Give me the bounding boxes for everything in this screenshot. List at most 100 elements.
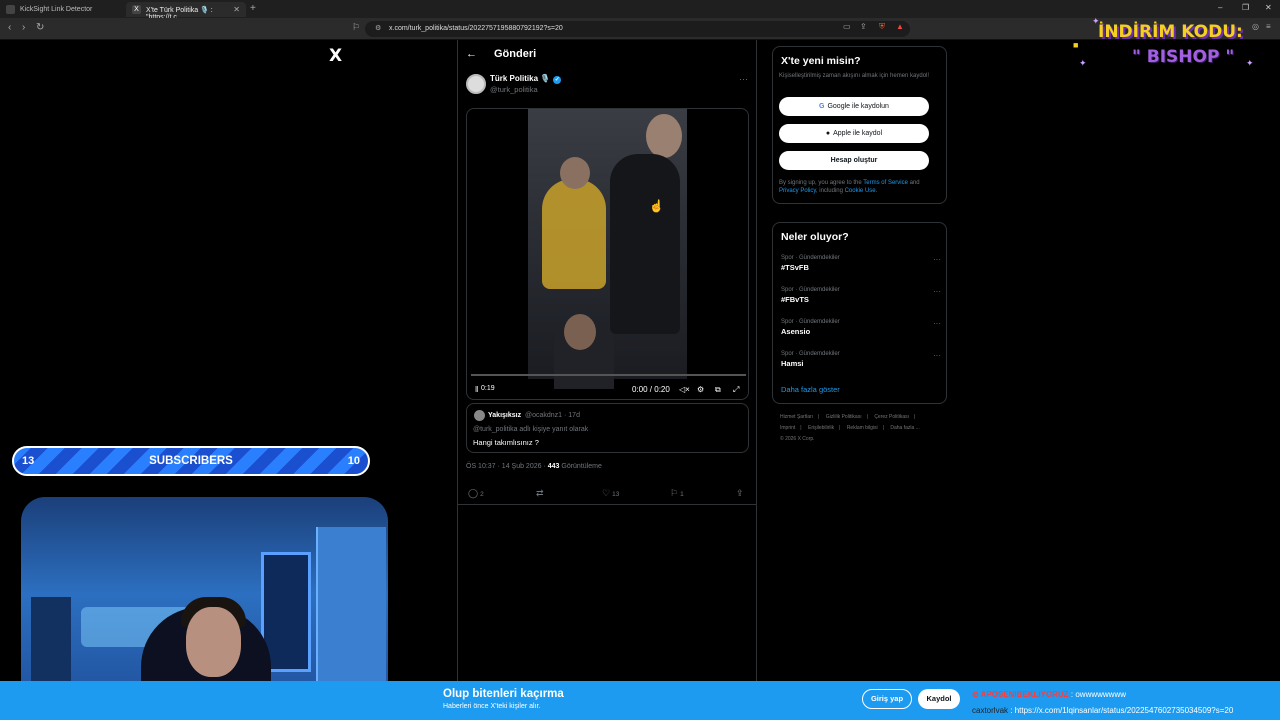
back-nav-icon[interactable]: ‹ — [8, 22, 11, 33]
like-button[interactable]: ♡ 13 — [602, 488, 619, 499]
rewards-icon[interactable]: ▲ — [896, 22, 904, 31]
footer-link[interactable]: Erişilebilirlik — [808, 425, 834, 431]
legal-text: By signing up, you agree to the — [779, 180, 864, 186]
apple-signup-label: Apple ile kaydol — [833, 130, 883, 137]
author-avatar[interactable] — [466, 74, 486, 94]
trends-card: Neler oluyor? Spor · Gündemdekiler #TSvF… — [772, 222, 947, 404]
trend-item[interactable]: Spor · Gündemdekiler #FBvTS ··· — [781, 287, 941, 315]
apple-signup-button[interactable]: ● Apple ile kaydol — [779, 124, 929, 143]
new-tab-button[interactable]: + — [250, 3, 256, 14]
apple-icon: ● — [825, 130, 831, 137]
trend-item[interactable]: Spor · Gündemdekiler Asensio ··· — [781, 319, 941, 347]
brave-shield-icon[interactable]: ⛨ — [879, 22, 885, 32]
extension-icon[interactable]: ◎ — [1252, 22, 1259, 31]
trend-name: Hamsi — [781, 359, 804, 368]
trends-title: Neler oluyor? — [781, 231, 849, 243]
signup-card: X'te yeni misin? Kişiselleştirilmiş zama… — [772, 46, 947, 204]
forward-nav-icon[interactable]: › — [22, 22, 25, 33]
footer-line: Hizmet Şartları | Gizlilik Politikası | Çe… — [780, 414, 916, 420]
tweet-time[interactable]: ÖS 10:37 · 14 Şub 2026 · — [466, 463, 548, 470]
trend-category: Spor · Gündemdekiler — [781, 319, 840, 325]
maximize-button[interactable]: ❐ — [1242, 3, 1249, 12]
trend-category: Spor · Gündemdekiler — [781, 351, 840, 357]
screen-icon[interactable]: ▭ — [843, 22, 851, 31]
signup-button[interactable]: Kaydol — [918, 689, 960, 709]
legal-text: , including — [815, 188, 845, 194]
footer-link[interactable]: Reklam bilgisi — [847, 425, 878, 431]
footer-line: Imprint | Erişilebilirlik | Reklam bilgisi… — [780, 425, 920, 431]
menu-icon[interactable]: ≡ — [1266, 22, 1271, 31]
close-window-button[interactable]: ✕ — [1265, 3, 1272, 12]
tab-bar: KickSight Link Detector X X'te Türk Poli… — [0, 0, 1280, 21]
google-signup-button[interactable]: G Google ile kaydolun — [779, 97, 929, 116]
x-logo[interactable]: X — [329, 46, 342, 66]
video-frame[interactable] — [528, 109, 687, 389]
video-time: 0:00 / 0:20 — [632, 385, 670, 394]
tab-kicksight[interactable]: KickSight Link Detector — [0, 2, 124, 17]
quoted-name: Yakışıksız — [488, 412, 522, 419]
footer-link[interactable]: Daha fazla ... — [890, 425, 919, 431]
signup-title: X'te yeni misin? — [781, 55, 861, 67]
bookmark-icon[interactable]: ⚐ — [352, 22, 360, 33]
url-text: x.com/turk_politika/status/2022757195880… — [389, 25, 563, 32]
trend-more-icon[interactable]: ··· — [933, 287, 941, 296]
author-handle[interactable]: @turk_politika — [490, 85, 538, 94]
legal-text: and — [907, 180, 920, 186]
settings-icon[interactable]: ⚙ — [697, 385, 704, 394]
reply-count: 2 — [480, 491, 484, 498]
footer-link[interactable]: Çerez Politikası — [874, 414, 909, 420]
subs-goal: 10 — [347, 455, 360, 467]
quoted-reply-card[interactable]: Yakışıksız @ocakdnz1 · 17d @turk_politik… — [466, 403, 749, 453]
quoted-text: Hangi takımlısınız ? — [473, 438, 539, 447]
video-player[interactable]: ‖ 0:19 0:00 / 0:20 ◁× ⚙ ⧉ ⤢ — [466, 108, 749, 400]
terms-link[interactable]: Terms of Service — [863, 180, 908, 186]
show-more-link[interactable]: Daha fazla göster — [781, 385, 840, 394]
video-figure — [564, 314, 596, 350]
signup-legal: By signing up, you agree to the Terms of… — [779, 179, 939, 195]
footer-link[interactable]: Imprint — [780, 425, 795, 431]
tab-label: KickSight Link Detector — [20, 6, 93, 13]
back-arrow-icon[interactable]: ← — [466, 48, 477, 60]
pip-icon[interactable]: ⧉ — [715, 385, 721, 395]
footer-link[interactable]: Gizlilik Politikası — [826, 414, 862, 420]
bookmark-button[interactable]: ⚐ 1 — [670, 488, 684, 499]
video-remaining: 0:19 — [481, 385, 495, 392]
author-name-row[interactable]: Türk Politika 🎙️ ✓ — [490, 74, 562, 84]
reload-icon[interactable]: ↻ — [36, 22, 44, 33]
close-tab-icon[interactable]: ✕ — [233, 5, 240, 14]
views-label: Görüntüleme — [561, 463, 602, 470]
pause-icon[interactable]: ‖ — [475, 385, 478, 394]
chat-badge-icon: ⊘ — [972, 690, 981, 699]
cookie-link[interactable]: Cookie Use. — [845, 188, 878, 194]
trend-category: Spor · Gündemdekiler — [781, 255, 840, 261]
chat-message: caxtorlvak : https://x.com/1lqinsanlar/s… — [972, 706, 1233, 715]
login-button[interactable]: Giriş yap — [862, 689, 912, 709]
quoted-meta: @ocakdnz1 · 17d — [525, 412, 580, 419]
quoted-avatar — [474, 410, 485, 421]
trend-more-icon[interactable]: ··· — [933, 351, 941, 360]
google-signup-label: Google ile kaydolun — [827, 103, 889, 110]
tab-x-tweet[interactable]: X X'te Türk Politika 🎙️ : "https://t.c ✕ — [126, 2, 246, 21]
site-info-icon[interactable]: ⚙ — [375, 24, 381, 32]
mute-icon[interactable]: ◁× — [679, 385, 690, 394]
banner-subtitle: Haberleri önce X'teki kişiler alır. — [443, 703, 541, 710]
trend-item[interactable]: Spor · Gündemdekiler #TSvFB ··· — [781, 255, 941, 283]
url-field[interactable]: ⚙ x.com/turk_politika/status/20227571958… — [365, 21, 910, 37]
privacy-link[interactable]: Privacy Policy — [779, 188, 816, 194]
more-options-icon[interactable]: ··· — [739, 74, 748, 84]
sparkle-icon: ■ — [1073, 40, 1079, 50]
create-account-button[interactable]: Hesap oluştur — [779, 151, 929, 170]
minimize-button[interactable]: – — [1218, 3, 1222, 12]
fullscreen-icon[interactable]: ⤢ — [733, 385, 739, 395]
reply-button[interactable]: ◯ 2 — [468, 488, 484, 499]
trend-more-icon[interactable]: ··· — [933, 319, 941, 328]
trend-name: Asensio — [781, 327, 811, 336]
retweet-button[interactable]: ⇄ — [536, 488, 544, 499]
share-button[interactable]: ⇪ — [736, 488, 744, 499]
share-icon[interactable]: ⇪ — [860, 22, 867, 31]
video-progress-bar[interactable] — [471, 374, 746, 376]
author-name: Türk Politika 🎙️ — [490, 74, 551, 83]
trend-more-icon[interactable]: ··· — [933, 255, 941, 264]
footer-link[interactable]: Hizmet Şartları — [780, 414, 813, 420]
trend-item[interactable]: Spor · Gündemdekiler Hamsi ··· — [781, 351, 941, 379]
